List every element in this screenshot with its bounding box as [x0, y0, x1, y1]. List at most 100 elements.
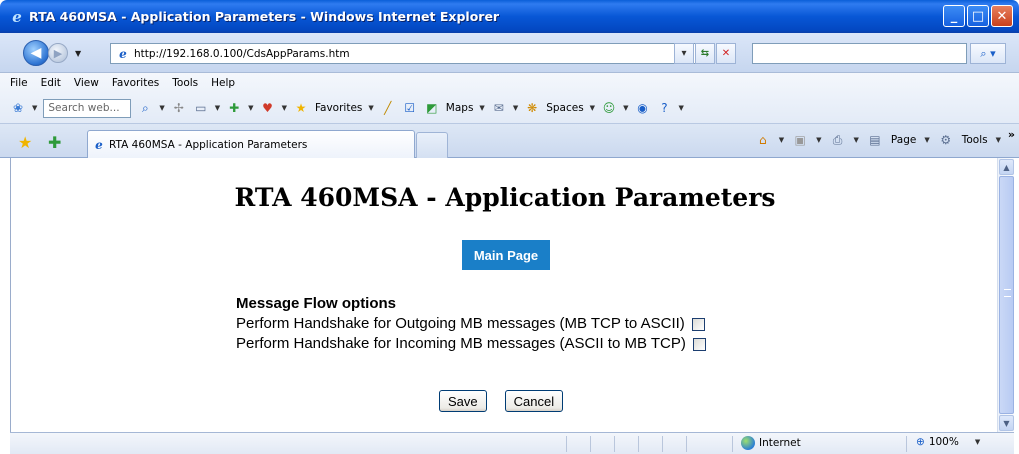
- toolbar-search-input[interactable]: Search web...: [43, 98, 132, 118]
- handshake-outgoing-checkbox[interactable]: [691, 317, 705, 331]
- info-icon[interactable]: ◉: [634, 100, 650, 116]
- spaces-button[interactable]: Spaces: [546, 102, 583, 114]
- zoom-control[interactable]: ⊕ 100% ▼: [916, 436, 980, 448]
- mail-icon[interactable]: ✉: [491, 100, 507, 116]
- option-label-outgoing: Perform Handshake for Outgoing MB messag…: [236, 315, 685, 332]
- dropdown-arrow-icon[interactable]: ▼: [215, 104, 220, 112]
- print-icon[interactable]: ⎙: [830, 132, 846, 148]
- forward-button[interactable]: ▶: [48, 43, 68, 63]
- tab-title: RTA 460MSA - Application Parameters: [109, 138, 308, 151]
- menu-bar: File Edit View Favorites Tools Help: [10, 77, 235, 89]
- dropdown-arrow-icon[interactable]: ▼: [854, 136, 859, 144]
- dropdown-arrow-icon[interactable]: ▼: [248, 104, 253, 112]
- feeds-icon[interactable]: ▣: [792, 132, 808, 148]
- highlight-icon[interactable]: ✢: [171, 100, 187, 116]
- minimize-button[interactable]: _: [943, 5, 965, 27]
- menu-tools[interactable]: Tools: [172, 77, 198, 89]
- cancel-button[interactable]: Cancel: [504, 390, 564, 412]
- dropdown-arrow-icon[interactable]: ▼: [623, 104, 628, 112]
- menu-edit[interactable]: Edit: [41, 77, 61, 89]
- dropdown-arrow-icon[interactable]: ▼: [368, 104, 373, 112]
- more-chevron-icon[interactable]: »: [1008, 128, 1015, 141]
- menu-toolbar-area: File Edit View Favorites Tools Help ❀ ▼ …: [0, 73, 1019, 124]
- dropdown-arrow-icon[interactable]: ▼: [159, 104, 164, 112]
- menu-favorites[interactable]: Favorites: [112, 77, 159, 89]
- maps-icon: ◩: [426, 101, 438, 115]
- msn-icon[interactable]: ❀: [10, 100, 26, 116]
- dropdown-arrow-icon[interactable]: ▼: [282, 104, 287, 112]
- window-controls: _ □ ✕: [943, 5, 1013, 27]
- refresh-button[interactable]: ⇆: [695, 43, 715, 64]
- page-icon: e: [95, 137, 103, 152]
- page-title: RTA 460MSA - Application Parameters: [234, 183, 776, 212]
- stop-button[interactable]: ✕: [716, 43, 736, 64]
- close-button[interactable]: ✕: [991, 5, 1013, 27]
- save-button[interactable]: Save: [439, 390, 487, 412]
- add-favorite-icon[interactable]: ✚: [48, 133, 61, 152]
- url-field[interactable]: e http://192.168.0.100/CdsAppParams.htm: [110, 43, 713, 64]
- search-icon[interactable]: ⌕: [137, 100, 153, 116]
- home-icon[interactable]: ⌂: [755, 132, 771, 148]
- status-divider: [590, 436, 591, 452]
- messenger-icon[interactable]: ☺: [601, 100, 617, 116]
- status-divider: [732, 436, 733, 452]
- maps-button[interactable]: Maps: [446, 102, 474, 114]
- dropdown-arrow-icon[interactable]: ▼: [479, 104, 484, 112]
- command-bar: ⌂ ▼ ▣ ▼ ⎙ ▼ ▤ Page ▼ ⚙ Tools ▼ »: [755, 128, 1015, 148]
- window-title-bar[interactable]: e RTA 460MSA - Application Parameters - …: [0, 0, 1019, 33]
- window-icon[interactable]: ▭: [193, 100, 209, 116]
- security-zone[interactable]: Internet: [741, 436, 801, 450]
- menu-view[interactable]: View: [74, 77, 99, 89]
- option-row-outgoing: Perform Handshake for Outgoing MB messag…: [236, 314, 706, 334]
- back-button[interactable]: ◀: [23, 40, 49, 66]
- handshake-incoming-checkbox[interactable]: [692, 337, 706, 351]
- status-bar: Internet ⊕ 100% ▼: [10, 432, 1014, 454]
- butterfly-icon[interactable]: ♥: [260, 100, 276, 116]
- window-title: RTA 460MSA - Application Parameters - Wi…: [29, 9, 500, 24]
- spaces-icon: ❋: [527, 101, 538, 115]
- add-icon[interactable]: ✚: [226, 100, 242, 116]
- zoom-icon: ⊕: [916, 436, 925, 448]
- globe-icon: [741, 436, 755, 450]
- url-text: http://192.168.0.100/CdsAppParams.htm: [134, 47, 350, 60]
- recent-pages-dropdown-icon[interactable]: ▼: [75, 49, 81, 58]
- page-content: RTA 460MSA - Application Parameters Main…: [10, 158, 998, 432]
- grip-icon: [1004, 289, 1011, 297]
- dropdown-arrow-icon[interactable]: ▼: [816, 136, 821, 144]
- pen-icon[interactable]: ╱: [380, 100, 396, 116]
- tab-application-parameters[interactable]: e RTA 460MSA - Application Parameters: [87, 130, 415, 158]
- scroll-up-icon[interactable]: ▲: [999, 159, 1014, 175]
- page-menu-icon: ▤: [869, 133, 881, 147]
- dropdown-arrow-icon[interactable]: ▼: [678, 104, 683, 112]
- tools-menu-button[interactable]: Tools: [962, 134, 988, 146]
- search-button[interactable]: ⌕ ▾: [970, 43, 1006, 64]
- vertical-scrollbar[interactable]: ▲ ▼: [997, 158, 1014, 432]
- dropdown-arrow-icon[interactable]: ▼: [924, 136, 929, 144]
- status-divider: [662, 436, 663, 452]
- menu-file[interactable]: File: [10, 77, 28, 89]
- menu-help[interactable]: Help: [211, 77, 235, 89]
- scroll-down-icon[interactable]: ▼: [999, 415, 1014, 431]
- dropdown-arrow-icon[interactable]: ▼: [32, 104, 37, 112]
- dropdown-arrow-icon[interactable]: ▼: [779, 136, 784, 144]
- new-tab-button[interactable]: [416, 132, 448, 158]
- maximize-button[interactable]: □: [967, 5, 989, 27]
- dropdown-arrow-icon[interactable]: ▼: [975, 438, 980, 446]
- help-icon[interactable]: ?: [656, 100, 672, 116]
- favorites-star-icon: ★: [295, 101, 307, 115]
- status-divider: [638, 436, 639, 452]
- toolbar: ❀ ▼ Search web... ⌕ ▼ ✢ ▭ ▼ ✚ ▼ ♥ ▼ ★ Fa…: [10, 97, 684, 119]
- dropdown-arrow-icon[interactable]: ▼: [513, 104, 518, 112]
- edit-icon[interactable]: ☑: [402, 100, 418, 116]
- favorites-button[interactable]: Favorites: [315, 102, 362, 114]
- dropdown-arrow-icon[interactable]: ▼: [996, 136, 1001, 144]
- form-buttons: Save Cancel: [439, 390, 564, 412]
- main-page-button[interactable]: Main Page: [462, 240, 550, 270]
- url-dropdown-button[interactable]: ▾: [674, 43, 694, 64]
- dropdown-arrow-icon[interactable]: ▼: [590, 104, 595, 112]
- ie-logo-icon: e: [12, 7, 22, 26]
- favorites-center-icon[interactable]: ★: [18, 133, 32, 152]
- scroll-thumb[interactable]: [999, 176, 1014, 414]
- search-input[interactable]: [752, 43, 967, 64]
- page-menu-button[interactable]: Page: [891, 134, 916, 146]
